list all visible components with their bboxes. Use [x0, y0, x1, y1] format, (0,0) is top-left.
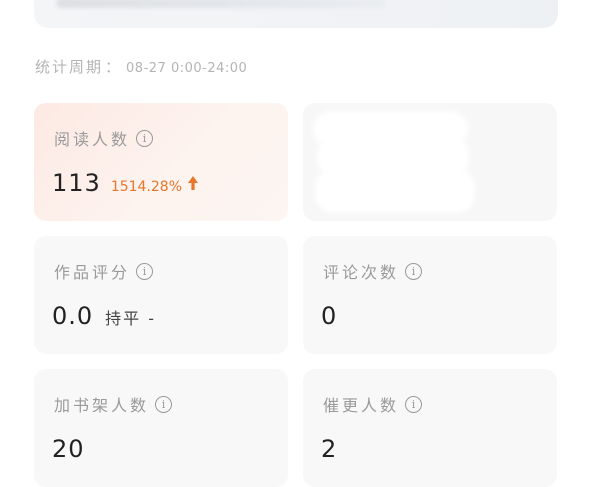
card-shelf-count-value: 20 [52, 435, 85, 463]
info-icon[interactable]: i [405, 395, 423, 413]
card-read-count[interactable]: 阅读人数 i 113 1514.28% [34, 103, 288, 221]
card-comment-count[interactable]: 评论次数 i 0 [303, 236, 557, 354]
arrow-up-icon [188, 176, 199, 190]
rating-change-note: 持平 - [105, 309, 157, 328]
info-icon[interactable]: i [136, 129, 154, 147]
stat-period-separator: ： [105, 58, 123, 76]
card-read-count-value: 113 1514.28% [52, 169, 200, 197]
card-urge-count[interactable]: 催更人数 i 2 [303, 369, 557, 487]
redaction-blob [315, 169, 475, 213]
card-urge-count-label: 催更人数 i [323, 392, 423, 416]
card-comment-count-value: 0 [321, 302, 337, 330]
card-rating-value: 0.0 持平 - [52, 302, 156, 330]
comment-count-number: 0 [321, 302, 338, 330]
banner-text-blurred [56, 0, 386, 8]
read-count-number: 113 [52, 169, 101, 197]
card-read-count-label: 阅读人数 i [54, 126, 154, 150]
card-comment-count-label: 评论次数 i [323, 259, 423, 283]
urge-count-number: 2 [321, 435, 338, 463]
rating-number: 0.0 [52, 302, 94, 330]
card-rating[interactable]: 作品评分 i 0.0 持平 - [34, 236, 288, 354]
stat-period-label: 统计周期 [35, 58, 104, 76]
card-rating-label: 作品评分 i [54, 259, 154, 283]
card-shelf-count-label: 加书架人数 i [54, 392, 173, 416]
stat-period-range: 08-27 0:00-24:00 [126, 61, 248, 76]
info-icon[interactable]: i [405, 262, 423, 280]
top-banner[interactable] [34, 0, 558, 28]
read-count-change: 1514.28% [110, 179, 183, 195]
card-urge-count-value: 2 [321, 435, 337, 463]
stat-period: 统计周期： 08-27 0:00-24:00 [35, 56, 247, 77]
card-shelf-count[interactable]: 加书架人数 i 20 [34, 369, 288, 487]
shelf-count-number: 20 [52, 435, 85, 463]
info-icon[interactable]: i [136, 262, 154, 280]
card-redacted [303, 103, 557, 221]
info-icon[interactable]: i [155, 395, 173, 413]
